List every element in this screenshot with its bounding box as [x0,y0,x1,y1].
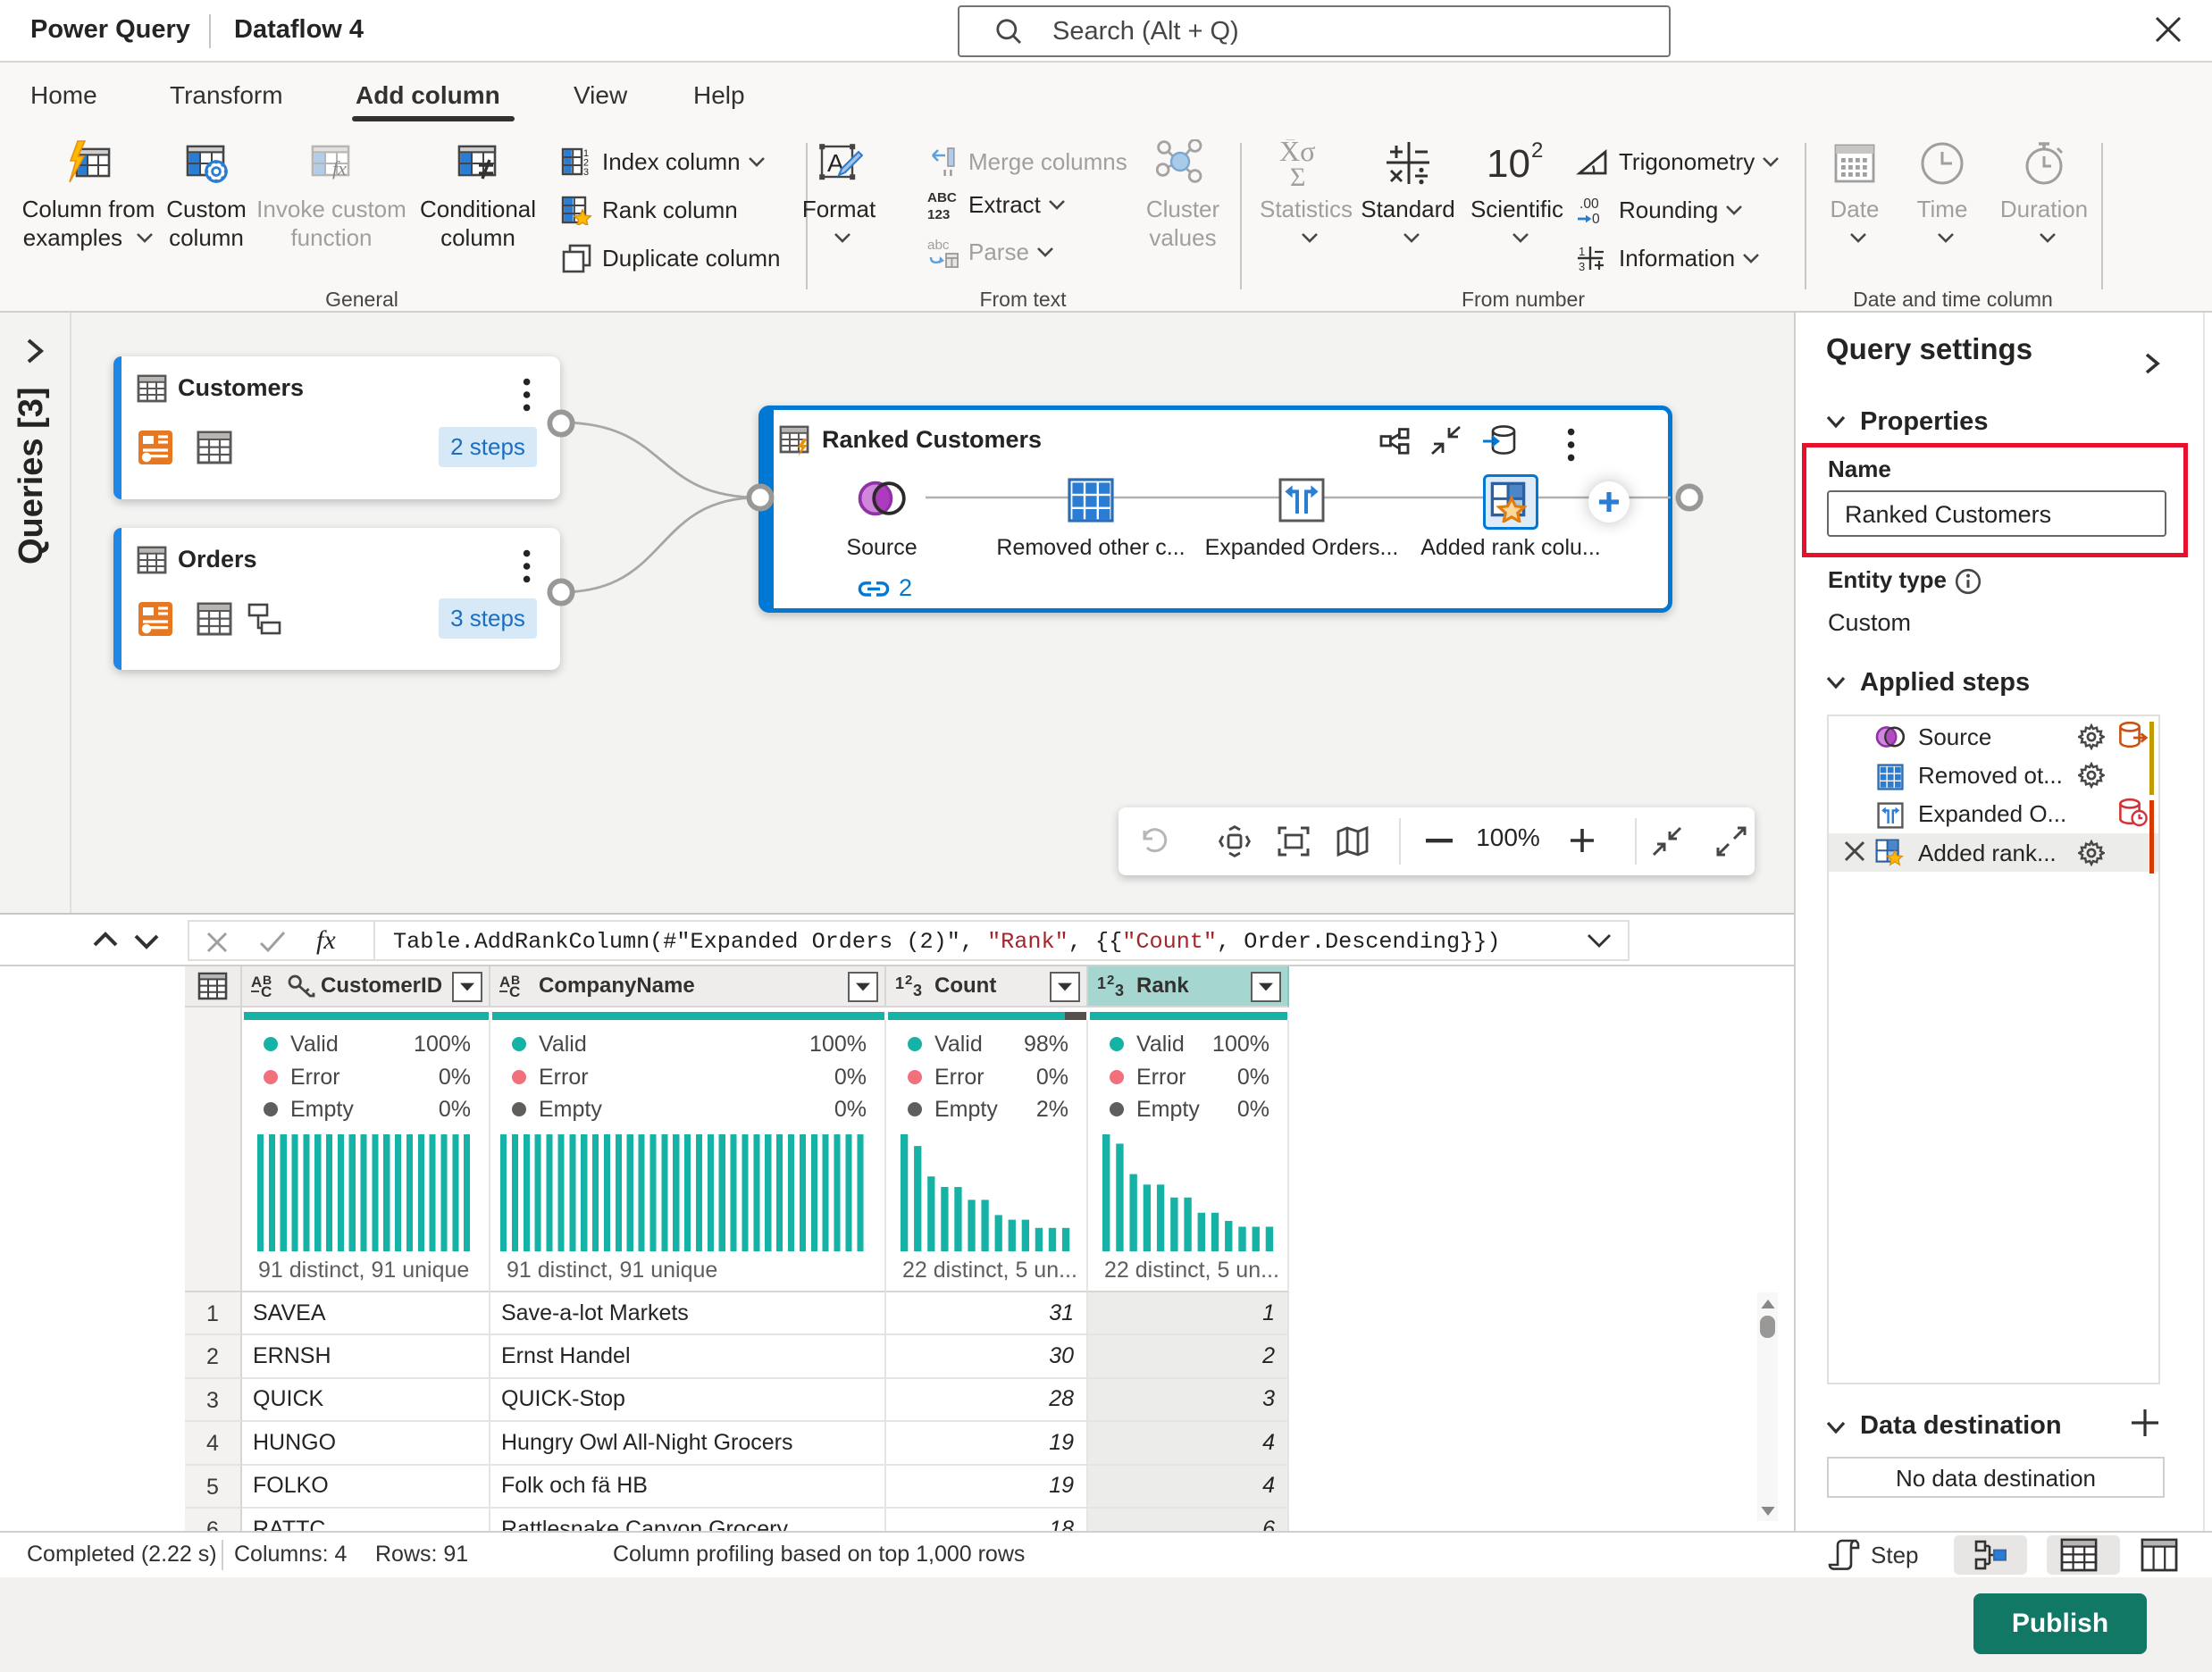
svg-text:C: C [261,983,272,999]
svg-text:1: 1 [895,974,904,992]
svg-text:Σ: Σ [1290,163,1305,188]
svg-text:3: 3 [583,167,589,177]
svg-text:3: 3 [1579,260,1585,273]
svg-text:ABC: ABC [927,190,957,205]
svg-text:3: 3 [913,982,922,999]
svg-text:2: 2 [1107,973,1114,988]
svg-text:abc: abc [927,238,950,253]
svg-text:fx: fx [332,157,347,180]
svg-text:2: 2 [1531,139,1543,163]
svg-text:123: 123 [927,207,950,222]
svg-text:C: C [509,983,520,999]
svg-text:.00: .00 [1579,196,1599,212]
svg-text:1: 1 [1579,245,1585,258]
svg-text:3: 3 [1115,982,1124,999]
svg-text:2: 2 [905,973,912,988]
svg-text:1: 1 [1097,974,1106,992]
svg-text:10: 10 [1487,142,1530,186]
svg-text:0: 0 [1592,212,1600,225]
